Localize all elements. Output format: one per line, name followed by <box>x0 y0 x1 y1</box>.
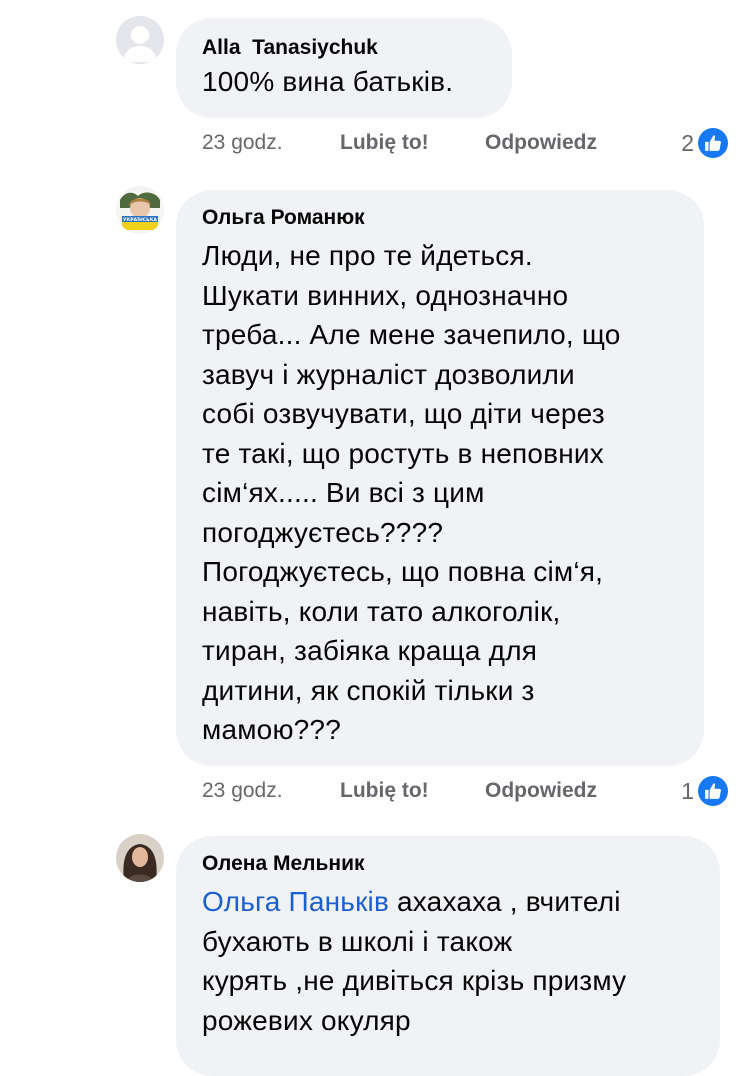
comment-text-line: Погоджуєтесь, що повна сім‘я, <box>202 556 604 587</box>
comment-text-line: курять ,не дивіться крізь призму <box>202 965 627 996</box>
reaction-summary[interactable]: 2 <box>681 128 728 158</box>
comment-text-line: Шукати винних, однозначно <box>202 279 569 311</box>
reply-button[interactable]: Odpowiedz <box>485 131 597 155</box>
reaction-count: 1 <box>681 777 694 804</box>
profile-photo-icon: УКРАЇНСЬКА <box>116 186 164 234</box>
comment-text-fragment: ахахаха , вчителі <box>389 886 621 917</box>
comment-text-line: Ольга Паньків ахахаха , вчителі <box>202 882 696 922</box>
comment-text-line: бухають в школі і також <box>202 925 513 957</box>
comment-text-line: собі озвучувати, що діти через <box>202 398 605 429</box>
comment-bubble: Alla Tanasiychuk 100% вина батьків. <box>176 18 512 118</box>
comment-text-line: дитини, як спокій тільки з <box>202 674 535 706</box>
comment-timestamp[interactable]: 23 godz. <box>202 131 340 155</box>
default-profile-icon <box>116 16 164 64</box>
comment-text: Ольга Паньків ахахаха , вчителі бухають … <box>202 882 696 1040</box>
like-button[interactable]: Lubię to! <box>340 779 485 803</box>
reply-button[interactable]: Odpowiedz <box>485 779 597 803</box>
comment-text-line: сім‘ях..... Ви всі з цим <box>202 477 485 508</box>
avatar-badge-text: УКРАЇНСЬКА <box>123 216 157 223</box>
reaction-count: 2 <box>681 129 694 156</box>
profile-photo-icon <box>116 834 164 882</box>
comment-text-line: завуч і журналіст дозволили <box>202 358 575 390</box>
comment-text: Люди, не про те йдеться. Шукати винних, … <box>202 236 680 750</box>
avatar[interactable]: УКРАЇНСЬКА <box>116 186 164 234</box>
comment-bubble: Ольга Романюк Люди, не про те йдеться. Ш… <box>176 190 704 766</box>
reaction-summary[interactable]: 1 <box>681 776 728 806</box>
avatar[interactable] <box>116 16 164 64</box>
comment-author[interactable]: Ольга Романюк <box>202 204 680 232</box>
comment-text-line: погоджуєтесь???? <box>202 516 444 548</box>
comment-text-line: тиран, забіяка краща для <box>202 635 538 666</box>
comment-timestamp[interactable]: 23 godz. <box>202 779 340 803</box>
comment-text: 100% вина батьків. <box>202 66 454 97</box>
mention-link[interactable]: Ольга Паньків <box>202 886 389 917</box>
avatar[interactable] <box>116 834 164 882</box>
comment-text-line: треба... Але мене зачепило, що <box>202 319 621 350</box>
comment-text-line: мамою??? <box>202 714 341 745</box>
comment-actions: 23 godz. Lubię to! Odpowiedz <box>202 776 597 806</box>
comment-text-line: те такі, що ростуть в неповних <box>202 437 604 469</box>
comment-author[interactable]: Alla Tanasiychuk <box>202 34 488 62</box>
comment-bubble: Олена Мельник Ольга Паньків ахахаха , вч… <box>176 836 720 1076</box>
thumbs-up-icon <box>698 128 728 158</box>
comment-text-line: Люди, не про те йдеться. <box>202 240 533 271</box>
comment-actions: 23 godz. Lubię to! Odpowiedz <box>202 128 597 158</box>
comment-text-line: навіть, коли тато алкоголік, <box>202 595 561 627</box>
comment-author[interactable]: Олена Мельник <box>202 850 696 878</box>
thumbs-up-icon <box>698 776 728 806</box>
like-button[interactable]: Lubię to! <box>340 131 485 155</box>
comment-text-line: рожевих окуляр <box>202 1004 411 1036</box>
